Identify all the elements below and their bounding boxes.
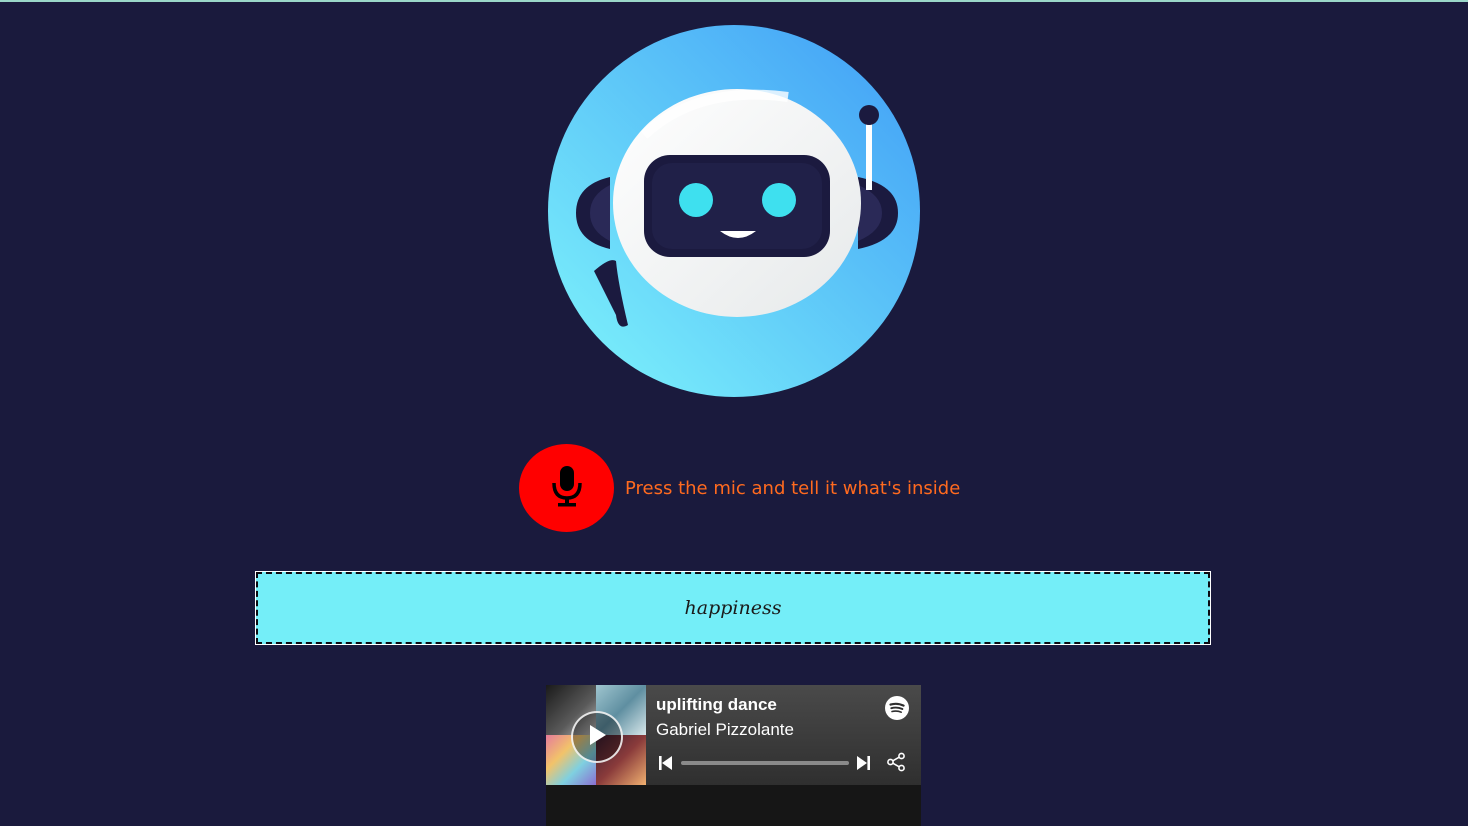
- skip-next-icon[interactable]: [856, 755, 870, 771]
- mic-button[interactable]: [519, 444, 614, 532]
- mic-hint: Press the mic and tell it what's inside: [625, 478, 961, 499]
- mood-result-box: happiness: [256, 572, 1210, 644]
- mood-text: happiness: [684, 597, 782, 619]
- share-icon[interactable]: [886, 752, 906, 772]
- spotify-player: uplifting dance Gabriel Pizzolante: [546, 685, 921, 826]
- play-icon: [586, 723, 608, 751]
- artist-name[interactable]: Gabriel Pizzolante: [656, 720, 794, 740]
- microphone-icon: [550, 465, 584, 511]
- play-button[interactable]: [571, 711, 623, 763]
- playlist-title[interactable]: uplifting dance: [656, 695, 777, 715]
- mic-row: Press the mic and tell it what's inside: [519, 444, 979, 532]
- player-header: uplifting dance Gabriel Pizzolante: [546, 685, 921, 785]
- robot-logo: [548, 25, 920, 397]
- playlist-cover: [546, 685, 646, 785]
- progress-bar[interactable]: [681, 761, 849, 765]
- top-strip: [0, 0, 1468, 2]
- skip-previous-icon[interactable]: [659, 755, 673, 771]
- spotify-icon[interactable]: [885, 696, 909, 720]
